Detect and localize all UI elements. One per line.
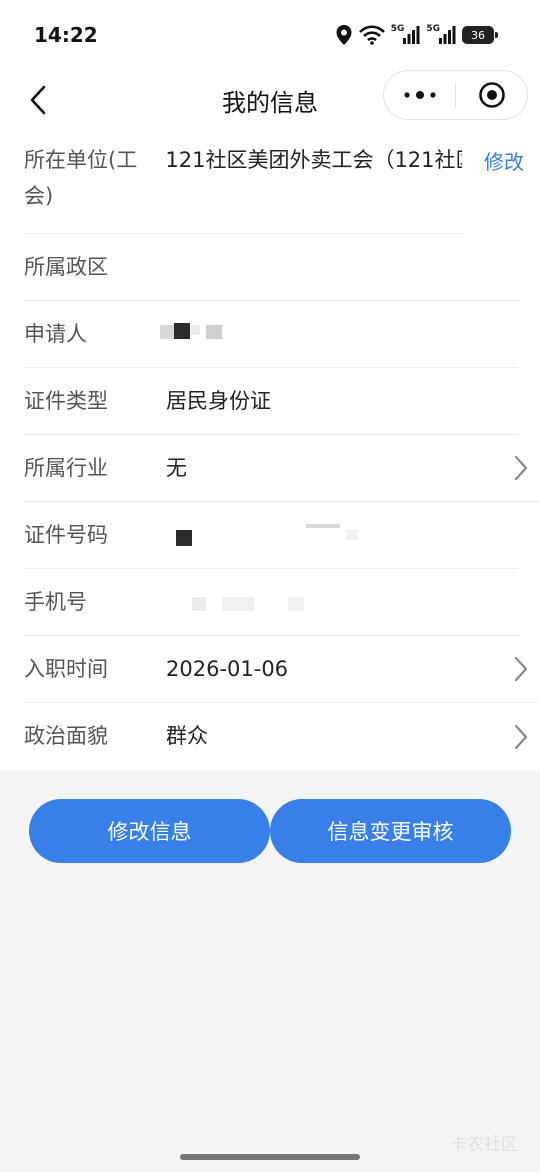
modify-info-button[interactable]: 修改信息 [29,799,270,863]
row-label: 证件类型 [24,388,108,413]
top-area: 14:22 5G 5G 36 我的信息 [0,0,540,130]
mini-program-capsule [383,70,528,120]
battery-icon: 36 [462,26,498,44]
redacted-value [160,319,366,349]
row-label: 所属政区 [24,254,108,279]
row-label: 手机号 [24,589,87,614]
form-row-hire-date[interactable]: 入职时间 2026-01-06 [24,636,540,703]
watermark: 卡农社区 [450,1135,518,1155]
row-value: 群众 [166,724,208,748]
close-button[interactable] [456,71,527,119]
wifi-icon [358,25,385,45]
chevron-right-icon [514,724,528,749]
target-icon [478,82,505,108]
row-value: 2026-01-06 [166,656,289,681]
chevron-left-icon [30,85,46,115]
row-label: 入职时间 [24,656,108,681]
status-icons: 5G 5G 36 [335,24,498,46]
back-button[interactable] [18,80,58,120]
row-label: 所在单位(工会) [24,148,138,208]
redacted-value [166,587,366,617]
row-value: 居民身份证 [166,388,271,413]
info-form: 修改 所在单位(工会) 121社区美团外卖工会（121社区 所属政区 申请人 证… [0,130,540,770]
form-row-political[interactable]: 政治面貌 群众 [24,703,540,770]
action-buttons: 修改信息 信息变更审核 [0,770,540,863]
signal-icon: 5G [426,24,456,44]
signal-icon: 5G [391,24,421,44]
status-bar: 14:22 5G 5G 36 [0,0,540,70]
more-dots-icon [403,91,436,99]
form-row-phone: 手机号 [24,569,518,636]
row-label: 政治面貌 [24,724,108,748]
row-label: 证件号码 [24,522,108,547]
edit-org-link[interactable]: 修改 [484,146,524,175]
nav-bar: 我的信息 [0,70,540,130]
change-review-button[interactable]: 信息变更审核 [270,799,511,863]
form-row-applicant: 申请人 [24,301,518,368]
form-row-industry[interactable]: 所属行业 无 [24,435,540,502]
row-value: 无 [166,455,187,480]
home-indicator[interactable] [180,1154,360,1160]
form-row-org: 所在单位(工会) 121社区美团外卖工会（121社区 [24,130,462,234]
form-row-id-type: 证件类型 居民身份证 [24,368,518,435]
row-label: 所属行业 [24,455,108,480]
row-value: 121社区美团外卖工会（121社区 [165,148,462,172]
form-row-id-number: 证件号码 [24,502,518,569]
row-label: 申请人 [24,321,87,346]
form-row-district: 所属政区 [24,234,518,301]
redacted-value [166,520,366,550]
status-time: 14:22 [34,23,98,47]
more-button[interactable] [384,71,455,119]
chevron-right-icon [514,455,528,481]
location-icon [335,24,353,46]
chevron-right-icon [514,656,528,682]
page-title: 我的信息 [222,88,318,117]
